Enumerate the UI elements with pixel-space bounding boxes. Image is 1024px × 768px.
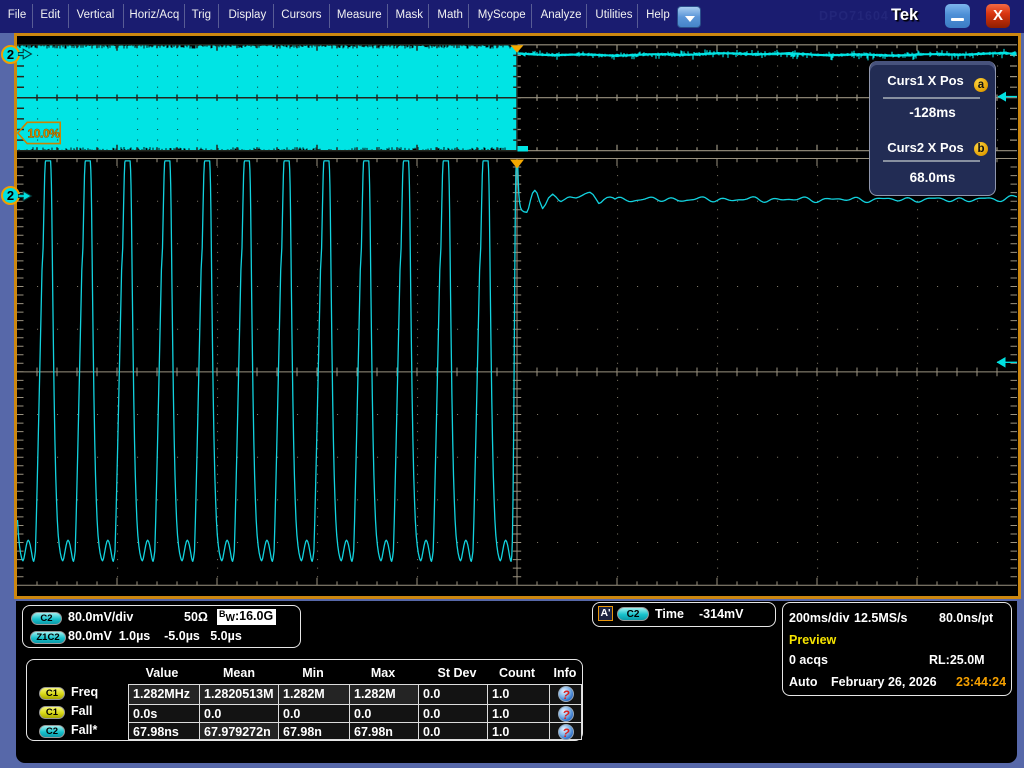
svg-text:10.0%: 10.0% (27, 127, 60, 141)
